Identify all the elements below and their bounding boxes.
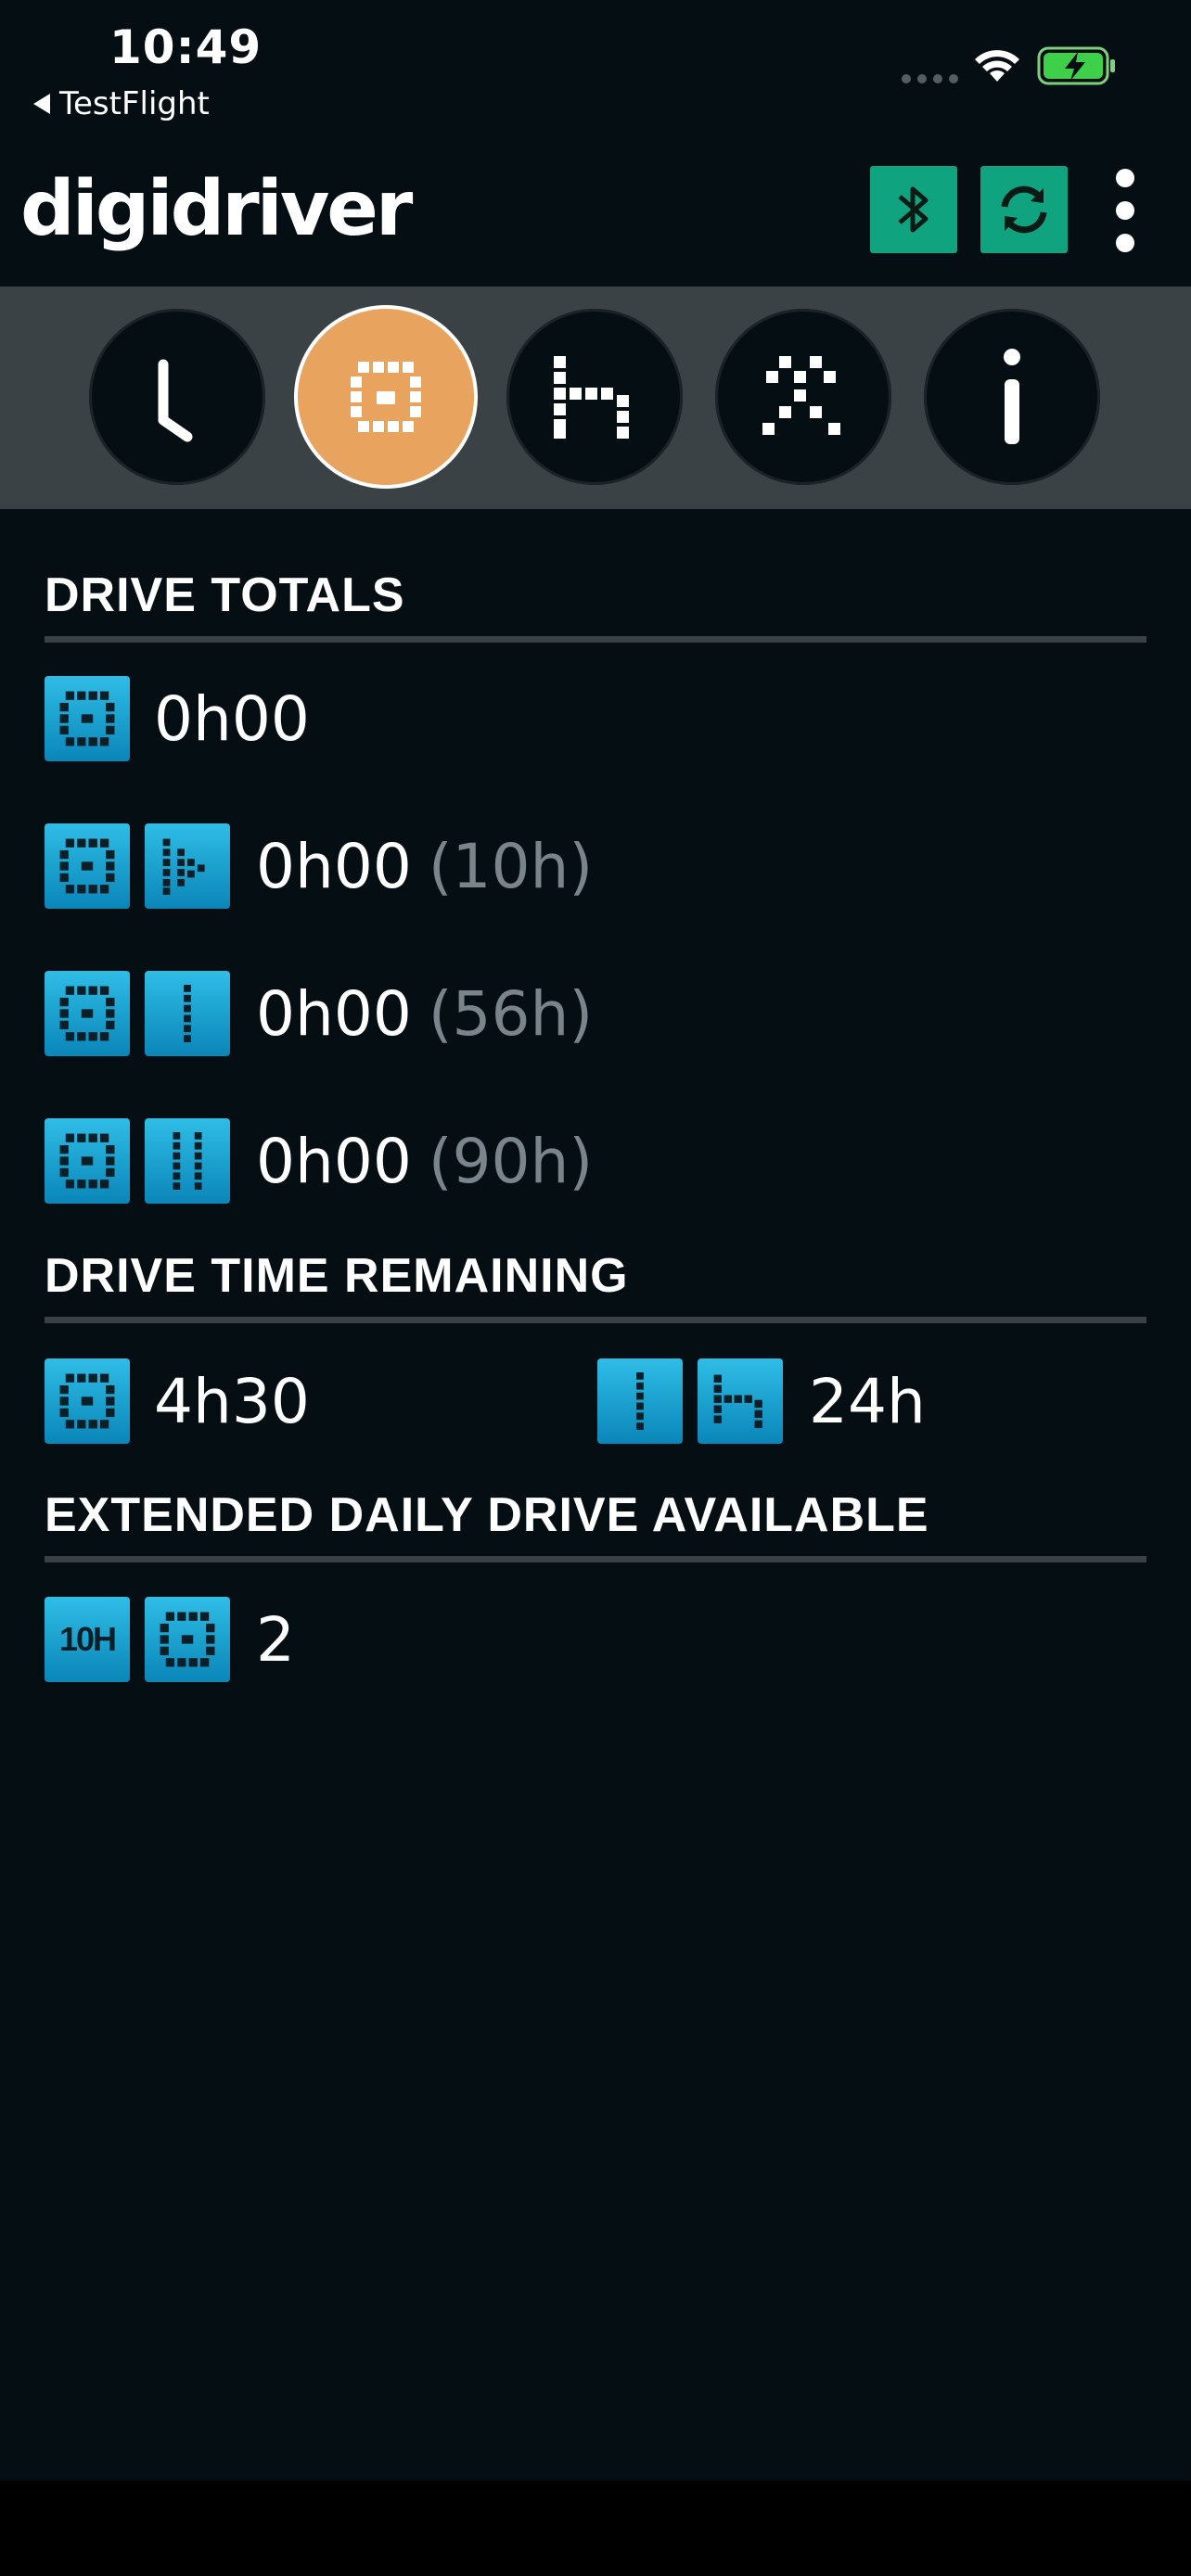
daily-period-icon — [145, 823, 230, 909]
drive-totals-heading: DRIVE TOTALS — [45, 568, 405, 622]
tab-rest[interactable] — [506, 309, 683, 485]
tab-drive[interactable] — [298, 309, 474, 485]
weekly-period-icon — [145, 971, 230, 1056]
steering-wheel-icon — [45, 676, 130, 761]
sync-button[interactable] — [980, 166, 1068, 253]
more-vertical-icon — [1116, 169, 1134, 187]
ten-hour-badge: 10H — [45, 1597, 130, 1682]
drive-total-row: 0h00 (90h) — [45, 1118, 593, 1204]
back-to-testflight-link[interactable]: TestFlight — [33, 85, 210, 122]
tab-bar — [0, 287, 1191, 509]
steering-wheel-icon — [45, 1118, 130, 1204]
extended-drive-value: 2 — [256, 1603, 295, 1676]
app-logo: digidriver — [20, 165, 413, 253]
drive-total-value: 0h00 — [256, 977, 412, 1050]
drive-total-limit: (56h) — [428, 977, 594, 1050]
section-divider — [45, 1556, 1146, 1562]
steering-wheel-icon — [45, 823, 130, 909]
steering-wheel-icon — [351, 362, 421, 432]
steering-wheel-icon — [45, 971, 130, 1056]
section-divider — [45, 636, 1146, 643]
tab-clock[interactable] — [89, 309, 265, 485]
sync-icon — [1001, 185, 1047, 234]
weekly-period-icon — [597, 1358, 683, 1444]
battery-charging-icon — [1037, 46, 1115, 85]
tab-work[interactable] — [715, 309, 891, 485]
drive-time-remaining-heading: DRIVE TIME REMAINING — [45, 1249, 629, 1303]
fortnight-period-icon — [145, 1118, 230, 1204]
status-time: 10:49 — [109, 20, 263, 74]
drive-total-limit: (90h) — [428, 1125, 594, 1197]
remaining-drive-value: 4h30 — [154, 1365, 310, 1437]
bluetooth-icon — [898, 186, 928, 233]
work-hammers-icon — [762, 356, 840, 435]
remaining-rest-value: 24h — [809, 1365, 926, 1437]
remaining-drive-row: 4h30 — [45, 1358, 310, 1444]
bed-icon — [698, 1358, 783, 1444]
drive-total-value: 0h00 — [256, 830, 412, 902]
extended-drive-row: 10H 2 — [45, 1597, 295, 1682]
more-menu-button[interactable] — [1102, 169, 1148, 252]
section-divider — [45, 1317, 1146, 1323]
info-icon — [1004, 349, 1020, 444]
drive-total-row: 0h00 (10h) — [45, 823, 593, 909]
bluetooth-button[interactable] — [870, 166, 957, 253]
remaining-rest-row: 24h — [597, 1358, 926, 1444]
drive-total-row: 0h00 (56h) — [45, 971, 593, 1056]
home-indicator-area — [0, 2480, 1191, 2576]
wifi-icon — [975, 50, 1019, 82]
drive-total-value: 0h00 — [154, 682, 310, 755]
drive-total-row: 0h00 — [45, 676, 310, 761]
cellular-signal-icon — [902, 74, 958, 83]
bed-icon — [554, 356, 629, 439]
drive-total-limit: (10h) — [428, 830, 594, 902]
clock-icon — [158, 359, 193, 442]
tab-info[interactable] — [924, 309, 1100, 485]
steering-wheel-icon — [145, 1597, 230, 1682]
extended-daily-drive-heading: EXTENDED DAILY DRIVE AVAILABLE — [45, 1488, 929, 1542]
back-arrow-icon — [33, 94, 50, 114]
back-label: TestFlight — [59, 85, 210, 122]
drive-total-value: 0h00 — [256, 1125, 412, 1197]
steering-wheel-icon — [45, 1358, 130, 1444]
